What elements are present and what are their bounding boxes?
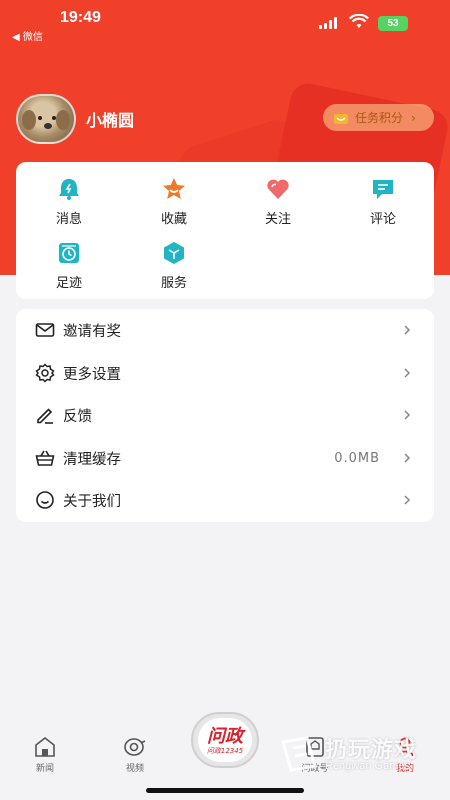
comment-icon [373, 180, 393, 199]
shortcut-grid: 消息 收藏 关注 评论 足迹 服务 [16, 162, 434, 299]
grid-item-messages[interactable]: 消息 [34, 176, 104, 227]
grid-label: 足迹 [55, 276, 82, 291]
center-subtitle: 问政12345 [206, 747, 244, 755]
chevron-right-icon [404, 368, 411, 378]
clock-icon [59, 243, 79, 263]
gear-icon [35, 363, 55, 383]
grid-item-comments[interactable]: 评论 [348, 176, 418, 227]
cache-size: 0.0MB [334, 450, 380, 466]
battery-indicator: 53 [378, 16, 408, 31]
task-points-label: 任务积分 [355, 111, 404, 125]
status-bar: 19:49 ◀ 微信 53 [0, 0, 450, 44]
chevron-right-icon [404, 325, 411, 335]
settings-menu: 邀请有奖 更多设置 反馈 清理缓存 0.0MB 关于我们 [16, 309, 434, 522]
menu-item-invite[interactable]: 邀请有奖 [16, 309, 434, 351]
chevron-right-icon [404, 410, 411, 420]
menu-item-clear-cache[interactable]: 清理缓存 0.0MB [16, 437, 434, 479]
grid-item-favorites[interactable]: 收藏 [139, 176, 209, 227]
smile-icon [36, 491, 54, 509]
battery-level: 53 [387, 18, 399, 29]
username[interactable]: 小椭圆 [86, 107, 134, 131]
menu-label: 关于我们 [63, 493, 121, 510]
gift-icon [334, 113, 348, 124]
avatar[interactable] [16, 94, 76, 144]
tab-wenzheng[interactable]: 问政 问政12345 [191, 712, 259, 768]
grid-label: 消息 [55, 212, 82, 227]
star-icon [163, 178, 185, 199]
chevron-right-icon [404, 495, 411, 505]
back-to-wechat-link[interactable]: ◀ 微信 [12, 28, 43, 43]
menu-label: 更多设置 [63, 366, 121, 383]
menu-item-settings[interactable]: 更多设置 [16, 352, 434, 394]
grid-label: 关注 [264, 212, 291, 227]
edit-icon [37, 408, 53, 424]
watermark-logo [281, 736, 317, 772]
chevron-right-icon [404, 453, 411, 463]
tab-news[interactable]: 新闻 [20, 735, 70, 774]
service-icon [164, 242, 184, 264]
grid-item-following[interactable]: 关注 [243, 176, 313, 227]
tab-label: 新闻 [35, 764, 54, 774]
center-title: 问政 [207, 726, 243, 747]
watermark: 扔玩游戏 Rengwan Games [275, 730, 445, 780]
task-points-button[interactable]: 任务积分 › [323, 104, 434, 131]
mail-icon [35, 323, 55, 337]
wifi-icon [349, 14, 369, 28]
grid-item-services[interactable]: 服务 [139, 240, 209, 291]
grid-label: 评论 [369, 212, 396, 227]
home-icon [35, 736, 55, 757]
menu-item-feedback[interactable]: 反馈 [16, 394, 434, 436]
basket-icon [35, 450, 55, 466]
tab-label: 视频 [125, 764, 144, 774]
watermark-en: Rengwan Games [325, 760, 410, 772]
home-indicator [146, 788, 304, 793]
signal-icon [319, 17, 337, 29]
grid-label: 服务 [160, 276, 187, 291]
menu-label: 清理缓存 [63, 451, 121, 468]
video-icon [124, 738, 146, 756]
status-time: 19:49 [60, 9, 101, 26]
grid-label: 收藏 [160, 212, 187, 227]
bell-icon [59, 179, 79, 200]
menu-label: 邀请有奖 [63, 323, 121, 340]
menu-item-about[interactable]: 关于我们 [16, 479, 434, 521]
tab-video[interactable]: 视频 [110, 735, 160, 774]
heart-icon [267, 179, 289, 199]
chevron-right-icon: › [411, 110, 416, 125]
grid-item-history[interactable]: 足迹 [34, 240, 104, 291]
wenzheng-logo: 问政 问政12345 [198, 718, 252, 762]
menu-label: 反馈 [63, 408, 92, 425]
